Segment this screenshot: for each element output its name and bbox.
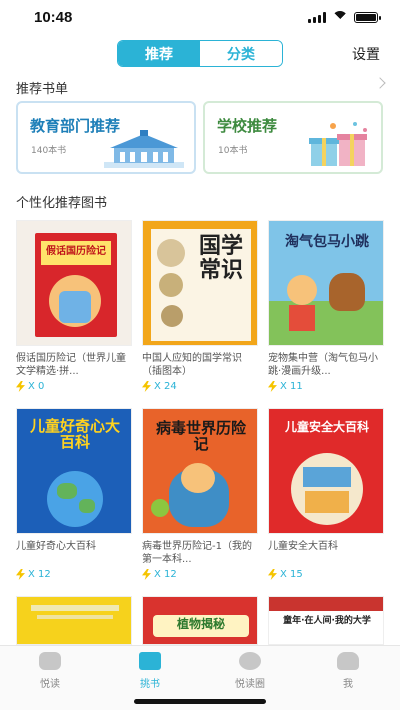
tab-reading-circle[interactable]: 悦读圈 [210,652,290,690]
book-item[interactable] [16,596,132,645]
planet-icon [39,652,61,670]
building-icon [104,130,184,168]
segmented-control: 推荐 分类 [117,40,283,67]
tab-read[interactable]: 悦读 [10,652,90,690]
booklist-card-count: 10本书 [218,146,248,156]
book-cover[interactable]: 淘气包马小跳 [268,220,384,346]
booklist-card-education[interactable]: 教育部门推荐 140本书 [16,101,196,174]
book-cover[interactable]: 植物揭秘 [142,596,258,645]
section-title-personal: 个性化推荐图书 [16,196,108,211]
book-count: X 11 [268,381,384,392]
book-title: 儿童安全大百科 [268,541,338,552]
book-count: X 12 [16,569,132,580]
book-item[interactable]: 植物揭秘 [142,596,258,645]
tab-category[interactable]: 分类 [200,41,282,66]
status-icons [308,11,381,23]
book-item[interactable]: 淘气包马小跳 宠物集中营（淘气包马小跳·漫画升级... X 11 [268,220,384,392]
booklist-card-count: 140本书 [31,146,67,156]
book-count: X 0 [16,381,132,392]
settings-button[interactable]: 设置 [352,44,380,64]
status-bar: 10:48 [0,0,400,34]
lightning-icon [16,569,25,580]
lightning-icon [142,381,151,392]
book-cover[interactable]: 儿童好奇心大百科 [16,408,132,534]
lightning-icon [268,569,277,580]
book-title: 假话国历险记（世界儿童文学精选·拼... [16,353,126,377]
booklist-card-school[interactable]: 学校推荐 10本书 [203,101,383,174]
tab-me[interactable]: 我 [308,652,388,690]
signal-icon [308,11,326,23]
tab-recommend[interactable]: 推荐 [118,41,200,66]
book-title: 儿童好奇心大百科 [16,541,96,552]
book-icon [139,652,161,670]
gift-icon [309,122,367,166]
booklist-card-title: 学校推荐 [217,117,278,135]
lightning-icon [268,381,277,392]
book-item[interactable]: 病毒世界历险记 病毒世界历险记-1（我的第一本科... X 12 [142,408,258,580]
chevron-right-icon[interactable] [374,77,386,89]
globe-icon [239,652,261,670]
book-count: X 15 [268,569,384,580]
book-cover[interactable]: 儿童安全大百科 [268,408,384,534]
book-cover[interactable]: 假话国历险记 [16,220,132,346]
book-item[interactable]: 儿童好奇心大百科 儿童好奇心大百科 X 12 [16,408,132,580]
section-title-booklists: 推荐书单 [16,82,69,97]
book-cover[interactable]: 国学常识 [142,220,258,346]
home-indicator [134,699,266,704]
book-item[interactable]: 国学常识 中国人应知的国学常识（插图本） X 24 [142,220,258,392]
book-title: 宠物集中营（淘气包马小跳·漫画升级... [268,353,378,377]
book-title: 中国人应知的国学常识（插图本） [142,353,242,377]
book-title: 病毒世界历险记-1（我的第一本科... [142,541,252,565]
book-count: X 12 [142,569,258,580]
lightning-icon [142,569,151,580]
wifi-icon [332,11,348,23]
book-item[interactable]: 童年·在人间·我的大学 [268,596,384,645]
book-cover[interactable]: 童年·在人间·我的大学 [268,596,384,645]
tab-pick-books[interactable]: 挑书 [110,652,190,690]
battery-icon [354,11,381,23]
book-cover[interactable] [16,596,132,645]
book-item[interactable]: 儿童安全大百科 儿童安全大百科 X 15 [268,408,384,580]
status-time: 10:48 [34,9,73,26]
book-count: X 24 [142,381,258,392]
lightning-icon [16,381,25,392]
profile-icon [337,652,359,670]
book-cover[interactable]: 病毒世界历险记 [142,408,258,534]
book-item[interactable]: 假话国历险记 假话国历险记（世界儿童文学精选·拼... X 0 [16,220,132,392]
